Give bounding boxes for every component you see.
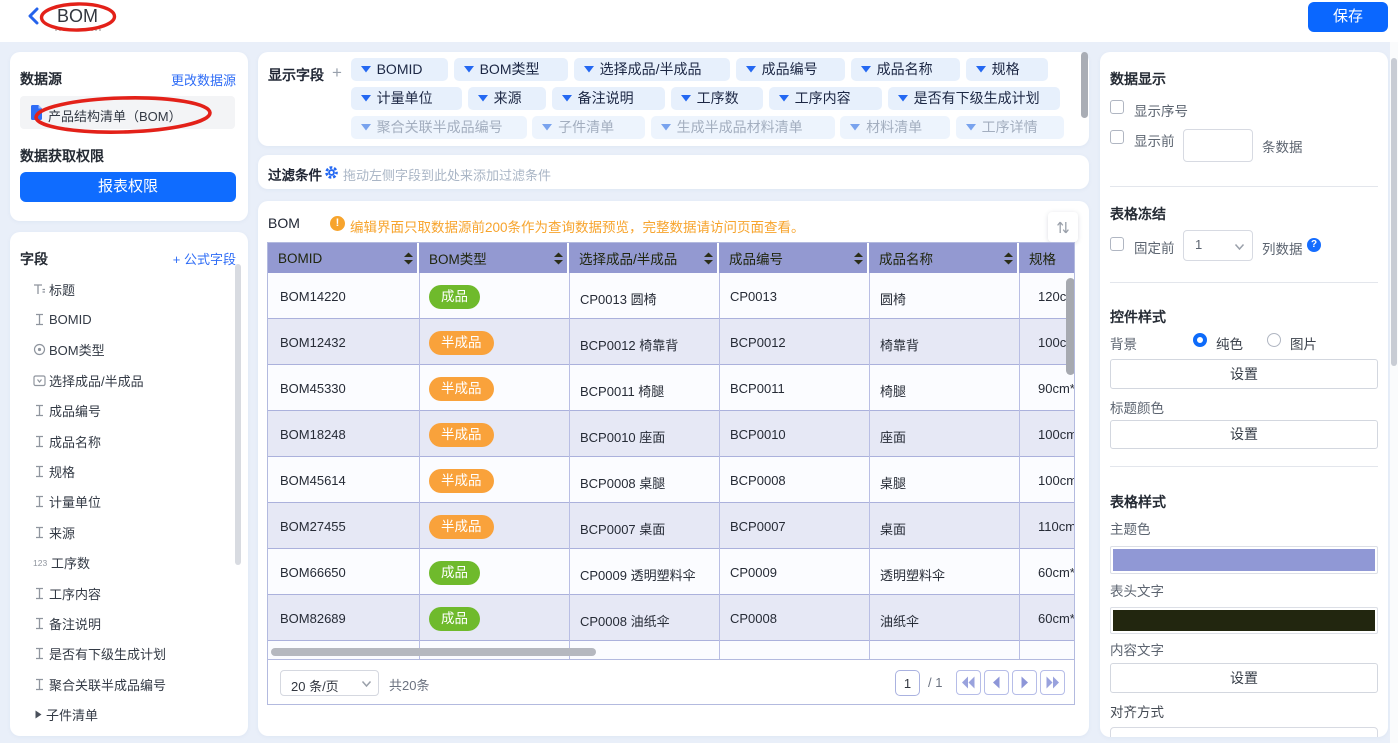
svg-text:123: 123 (33, 558, 47, 568)
